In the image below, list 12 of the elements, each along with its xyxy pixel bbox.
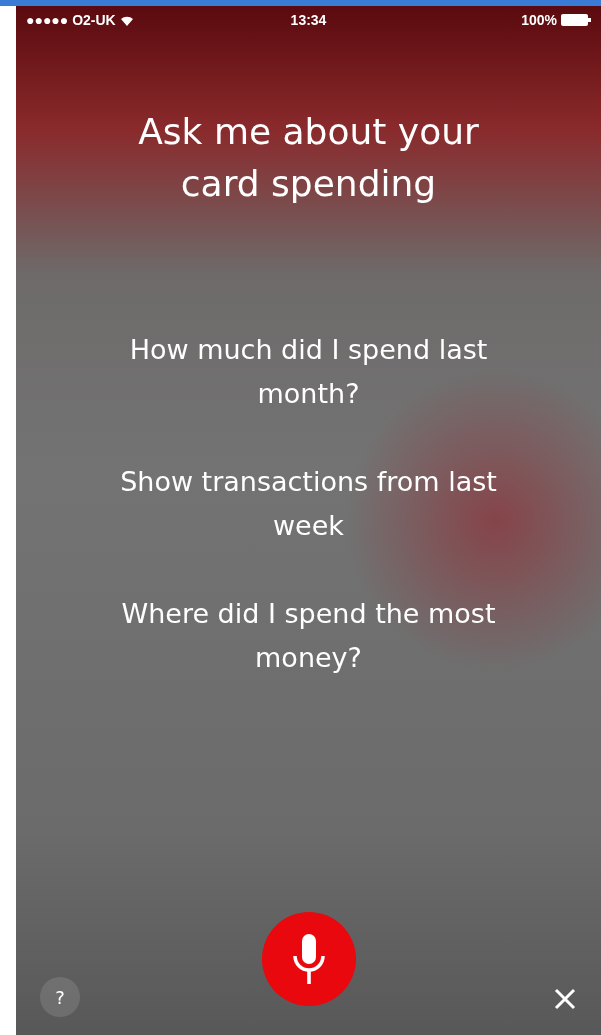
wifi-icon <box>119 14 134 26</box>
battery-icon <box>561 14 591 26</box>
carrier-signal: ●●●●● O2-UK <box>26 12 116 28</box>
battery-percentage: 100% <box>521 12 557 28</box>
suggested-question[interactable]: How much did I spend last month? <box>108 328 509 416</box>
close-icon <box>554 988 576 1010</box>
suggested-question[interactable]: Where did I spend the most money? <box>108 592 509 680</box>
help-button[interactable]: ? <box>40 977 80 1017</box>
prompt-title: Ask me about your card spending <box>137 110 480 206</box>
suggested-question[interactable]: Show transactions from last week <box>108 460 509 548</box>
clock-time: 13:34 <box>290 12 327 28</box>
microphone-icon <box>291 934 326 984</box>
